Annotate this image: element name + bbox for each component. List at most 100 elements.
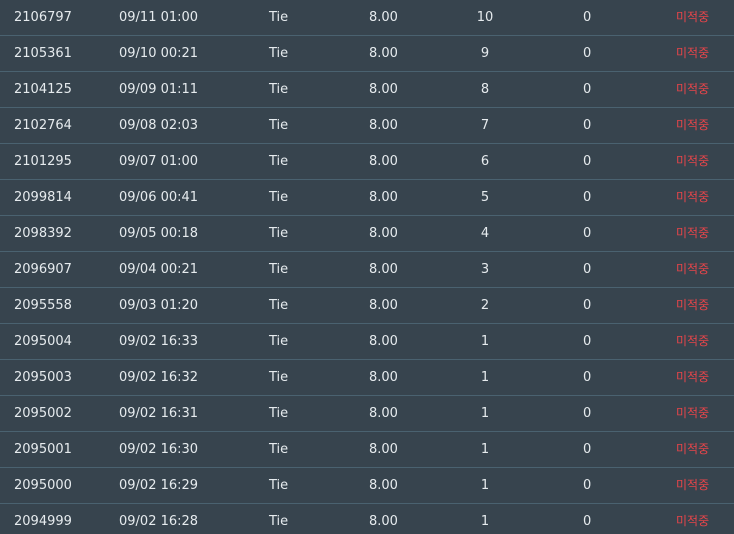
table-row: 2099814 09/06 00:41 Tie 8.00 5 0 미적중 [0,180,734,216]
bet-status: 미적중 [676,226,710,240]
bet-pick: Tie [269,190,289,205]
bet-win-amount: 0 [583,118,592,133]
bet-datetime: 09/02 16:30 [119,442,199,457]
bet-round: 7 [480,118,490,133]
bet-status: 미적중 [676,334,710,348]
bet-pick: Tie [269,118,289,133]
bet-round: 10 [476,10,494,25]
bet-win-amount: 0 [583,262,592,277]
bet-win-amount: 0 [583,154,592,169]
bet-pick: Tie [269,10,289,25]
bet-odds: 8.00 [369,442,398,457]
bet-id: 2102764 [14,118,72,133]
bet-win-amount: 0 [583,442,592,457]
table-row: 2095003 09/02 16:32 Tie 8.00 1 0 미적중 [0,360,734,396]
bet-status: 미적중 [676,514,710,528]
bet-datetime: 09/11 01:00 [119,10,199,25]
bet-datetime: 09/02 16:28 [119,514,199,529]
bet-pick: Tie [269,82,289,97]
bet-datetime: 09/06 00:41 [119,190,199,205]
bet-id: 2095558 [14,298,72,313]
bet-odds: 8.00 [369,334,398,349]
bet-id: 2099814 [14,190,72,205]
bet-id: 2095003 [14,370,72,385]
table-row: 2096907 09/04 00:21 Tie 8.00 3 0 미적중 [0,252,734,288]
bet-pick: Tie [269,406,289,421]
bet-round: 5 [480,190,490,205]
bet-odds: 8.00 [369,82,398,97]
bet-id: 2094999 [14,514,72,529]
table-row: 2104125 09/09 01:11 Tie 8.00 8 0 미적중 [0,72,734,108]
table-row: 2102764 09/08 02:03 Tie 8.00 7 0 미적중 [0,108,734,144]
bet-win-amount: 0 [583,334,592,349]
table-row: 2095001 09/02 16:30 Tie 8.00 1 0 미적중 [0,432,734,468]
table-row: 2106797 09/11 01:00 Tie 8.00 10 0 미적중 [0,0,734,36]
bet-round: 9 [480,46,490,61]
bet-datetime: 09/02 16:31 [119,406,199,421]
bet-status: 미적중 [676,190,710,204]
table-row: 2095000 09/02 16:29 Tie 8.00 1 0 미적중 [0,468,734,504]
bet-round: 1 [480,442,490,457]
bet-history-table: 2106797 09/11 01:00 Tie 8.00 10 0 미적중 2105361 09… [0,0,734,534]
bet-status: 미적중 [676,154,710,168]
bet-datetime: 09/04 00:21 [119,262,199,277]
bet-datetime: 09/05 00:18 [119,226,199,241]
bet-win-amount: 0 [583,478,592,493]
bet-id: 2104125 [14,82,72,97]
bet-odds: 8.00 [369,262,398,277]
bet-datetime: 09/07 01:00 [119,154,199,169]
bet-odds: 8.00 [369,190,398,205]
bet-win-amount: 0 [583,514,592,529]
bet-status: 미적중 [676,262,710,276]
bet-odds: 8.00 [369,298,398,313]
bet-status: 미적중 [676,46,710,60]
bet-win-amount: 0 [583,82,592,97]
bet-round: 1 [480,478,490,493]
bet-datetime: 09/10 00:21 [119,46,199,61]
bet-win-amount: 0 [583,406,592,421]
bet-odds: 8.00 [369,226,398,241]
bet-round: 3 [480,262,490,277]
table-row: 2095002 09/02 16:31 Tie 8.00 1 0 미적중 [0,396,734,432]
bet-id: 2105361 [14,46,72,61]
bet-id: 2095000 [14,478,72,493]
table-row: 2095558 09/03 01:20 Tie 8.00 2 0 미적중 [0,288,734,324]
bet-round: 1 [480,406,490,421]
bet-round: 1 [480,370,490,385]
bet-pick: Tie [269,262,289,277]
bet-win-amount: 0 [583,10,592,25]
bet-pick: Tie [269,154,289,169]
bet-id: 2095001 [14,442,72,457]
bet-id: 2095002 [14,406,72,421]
table-row: 2094999 09/02 16:28 Tie 8.00 1 0 미적중 [0,504,734,534]
bet-datetime: 09/02 16:29 [119,478,199,493]
bet-round: 2 [480,298,490,313]
bet-round: 4 [480,226,490,241]
bet-datetime: 09/02 16:33 [119,334,199,349]
bet-odds: 8.00 [369,10,398,25]
table-row: 2098392 09/05 00:18 Tie 8.00 4 0 미적중 [0,216,734,252]
bet-pick: Tie [269,46,289,61]
bet-id: 2098392 [14,226,72,241]
bet-odds: 8.00 [369,370,398,385]
bet-datetime: 09/03 01:20 [119,298,199,313]
bet-round: 1 [480,514,490,529]
bet-datetime: 09/02 16:32 [119,370,199,385]
bet-pick: Tie [269,226,289,241]
bet-id: 2106797 [14,10,72,25]
bet-odds: 8.00 [369,478,398,493]
bet-pick: Tie [269,298,289,313]
bet-win-amount: 0 [583,298,592,313]
bet-status: 미적중 [676,478,710,492]
table-row: 2101295 09/07 01:00 Tie 8.00 6 0 미적중 [0,144,734,180]
bet-round: 8 [480,82,490,97]
bet-odds: 8.00 [369,514,398,529]
bet-status: 미적중 [676,406,710,420]
bet-id: 2101295 [14,154,72,169]
bet-status: 미적중 [676,370,710,384]
bet-status: 미적중 [676,82,710,96]
bet-odds: 8.00 [369,46,398,61]
bet-round: 1 [480,334,490,349]
bet-status: 미적중 [676,118,710,132]
bet-pick: Tie [269,334,289,349]
